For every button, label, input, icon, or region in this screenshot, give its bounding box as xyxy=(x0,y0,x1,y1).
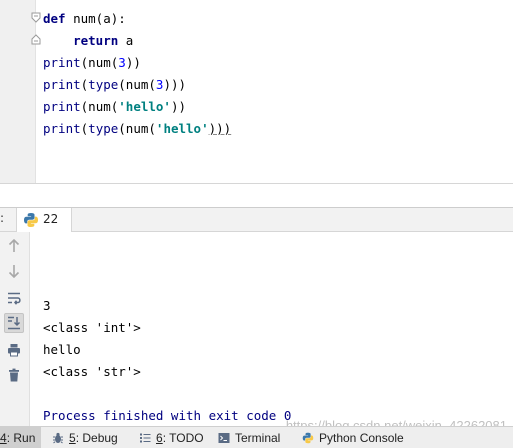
todo-tool-key: 6 xyxy=(156,431,163,445)
code-token: ))) xyxy=(163,77,187,92)
code-token: type xyxy=(88,121,119,136)
exit-message: Process finished with exit code 0 xyxy=(43,408,292,423)
code-content[interactable]: def num(a): return a print(num(3)) print(t… xyxy=(43,8,231,140)
run-config-tab-label: 22 xyxy=(43,212,59,226)
code-token: def xyxy=(43,11,66,26)
code-line[interactable]: return a xyxy=(43,30,231,52)
scroll-to-end-icon xyxy=(8,316,21,330)
terminal-tool-label: Terminal xyxy=(235,431,281,445)
fold-end-marker-icon[interactable] xyxy=(31,34,41,45)
console-output-line: <class 'str'> xyxy=(43,364,141,379)
code-token: a xyxy=(118,33,134,48)
soft-wrap-button[interactable] xyxy=(4,288,24,308)
console-output-line: <class 'int'> xyxy=(43,320,141,335)
console-text[interactable]: 3 <class 'int'> hello <class 'str'> Process … xyxy=(43,273,291,427)
python-icon xyxy=(24,213,38,227)
code-token: )) xyxy=(125,55,141,70)
code-token: print xyxy=(43,77,81,92)
code-line[interactable]: def num(a): xyxy=(43,8,231,30)
code-token: num(a): xyxy=(65,11,126,26)
debug-tool-label: : Debug xyxy=(75,431,118,445)
soft-wrap-icon xyxy=(8,292,21,305)
print-button[interactable] xyxy=(4,340,24,360)
run-tool-key: 4 xyxy=(0,431,7,445)
trash-icon xyxy=(9,368,19,382)
editor-gutter xyxy=(0,0,36,183)
console-output-line: hello xyxy=(43,342,81,357)
terminal-tool-button[interactable]: Terminal xyxy=(218,427,280,448)
code-token: (num( xyxy=(80,55,119,70)
code-token: 'hello' xyxy=(155,121,209,136)
arrow-up-icon xyxy=(8,239,20,252)
code-token: (num( xyxy=(118,77,156,92)
code-line[interactable]: print(type(num('hello'))) xyxy=(43,118,231,140)
fold-marker-icon[interactable] xyxy=(31,12,41,23)
python-console-tool-button[interactable]: Python Console xyxy=(302,427,404,448)
next-occurrence-button[interactable] xyxy=(4,261,24,281)
code-token: ))) xyxy=(208,121,232,136)
debug-tool-key: 5 xyxy=(69,431,76,445)
code-line[interactable]: print(num('hello')) xyxy=(43,96,231,118)
tool-window-bar: 4: Run 5: Debug 6: TODO Terminal Python … xyxy=(0,426,513,448)
clear-all-button[interactable] xyxy=(4,365,24,385)
code-token: return xyxy=(73,33,119,48)
code-line[interactable]: print(num(3)) xyxy=(43,52,231,74)
terminal-icon xyxy=(218,433,230,443)
arrow-down-icon xyxy=(8,265,20,278)
run-tool-button[interactable]: 4: Run xyxy=(0,427,42,448)
python-console-tool-label: Python Console xyxy=(319,431,404,445)
print-icon xyxy=(8,344,20,357)
todo-list-icon xyxy=(140,433,151,443)
code-token: 'hello' xyxy=(118,99,171,114)
run-tool-label: : Run xyxy=(6,431,36,445)
code-token: print xyxy=(43,121,81,136)
code-editor[interactable]: def num(a): return a print(num(3)) print(t… xyxy=(0,0,513,183)
console-output-line: 3 xyxy=(43,298,51,313)
run-window-title: : xyxy=(0,211,5,225)
code-line[interactable]: print(type(num(3))) xyxy=(43,74,231,96)
todo-tool-label: : TODO xyxy=(162,431,204,445)
run-window-header: : 22 xyxy=(0,207,513,232)
code-token: (num( xyxy=(80,99,119,114)
code-token: 3 xyxy=(118,55,126,70)
run-config-tab[interactable]: 22 xyxy=(16,208,72,232)
run-toolbar xyxy=(0,232,30,426)
code-token: )) xyxy=(170,99,187,114)
code-token: print xyxy=(43,55,81,70)
console-output[interactable]: 3 <class 'int'> hello <class 'str'> Process … xyxy=(30,232,513,426)
panel-separator xyxy=(0,183,513,207)
scroll-to-end-button[interactable] xyxy=(4,313,24,333)
python-console-icon xyxy=(302,432,314,444)
bug-icon xyxy=(53,432,63,444)
todo-tool-button[interactable]: 6: TODO xyxy=(139,427,204,448)
code-token: type xyxy=(88,77,119,92)
previous-occurrence-button[interactable] xyxy=(4,236,24,256)
code-token: (num( xyxy=(118,121,156,136)
code-token: print xyxy=(43,99,81,114)
debug-tool-button[interactable]: 5: Debug xyxy=(52,427,118,448)
